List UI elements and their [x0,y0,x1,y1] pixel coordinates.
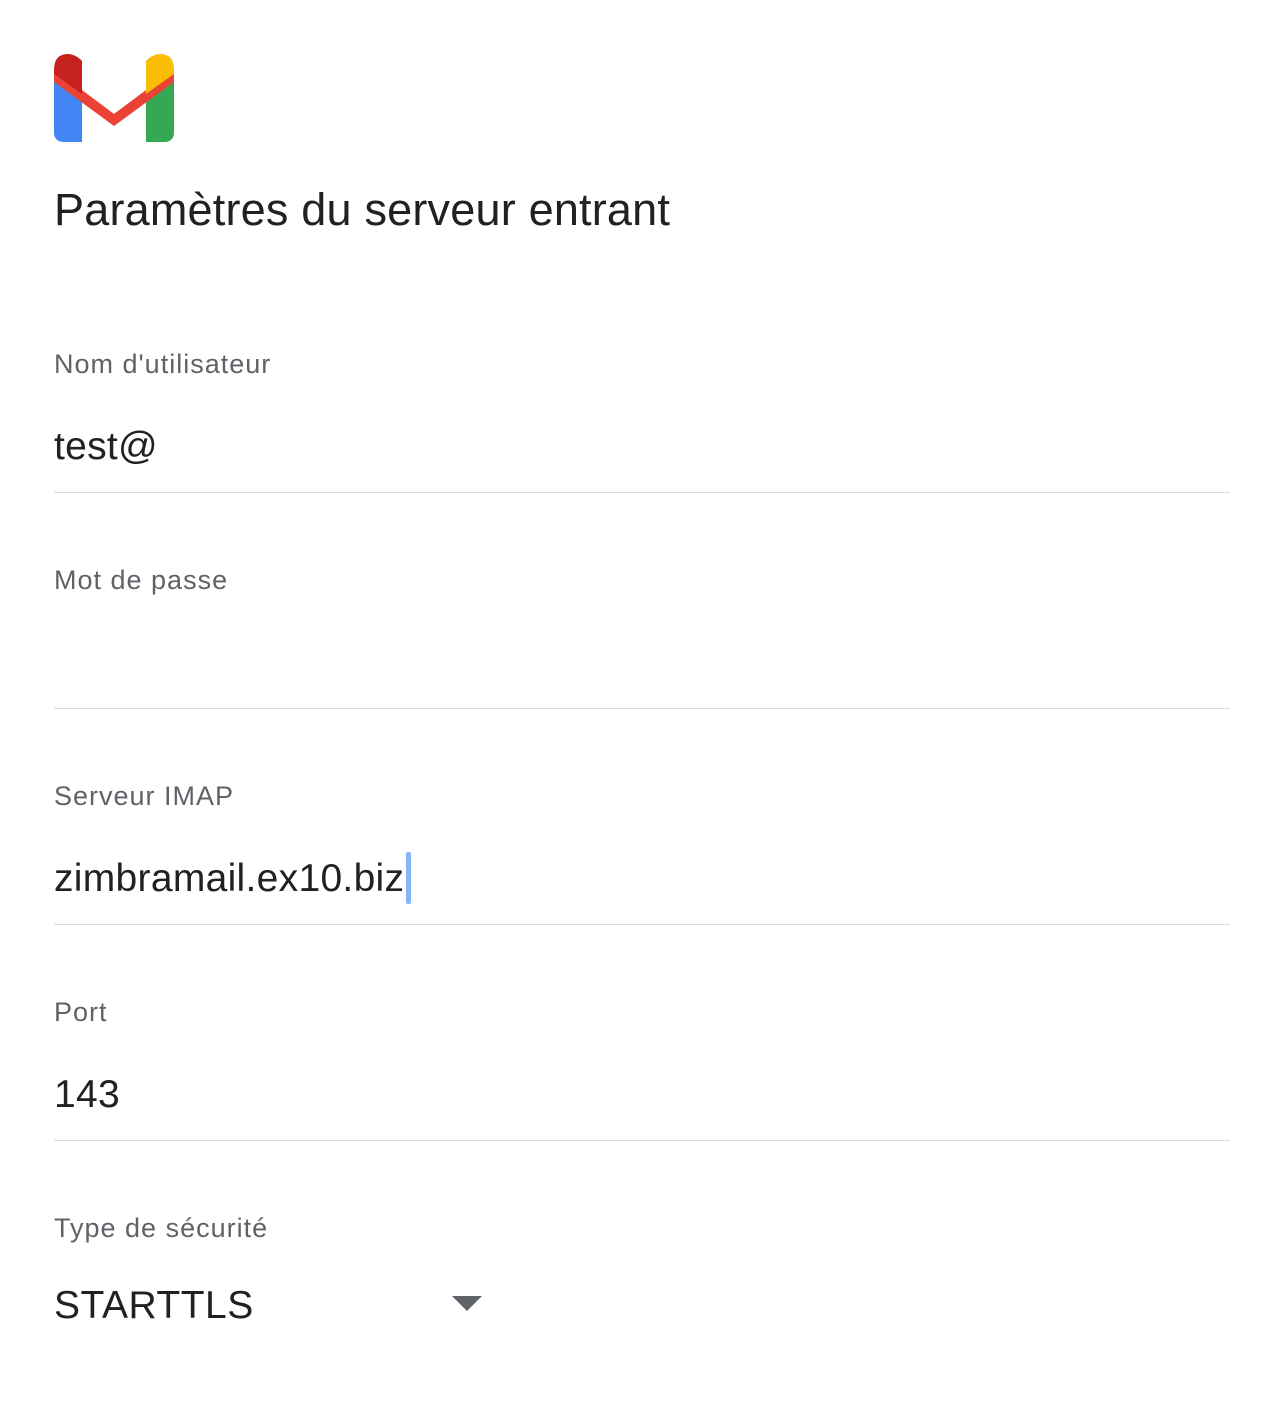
security-type-select[interactable]: STARTTLS [54,1266,484,1346]
security-type-value: STARTTLS [54,1284,254,1327]
password-label: Mot de passe [54,565,229,595]
imap-server-divider [54,924,1230,925]
security-type-field: Type de sécurité STARTTLS [54,1210,1230,1426]
username-label: Nom d'utilisateur [54,349,272,379]
security-type-label: Type de sécurité [54,1213,269,1243]
password-field: Mot de passe [54,562,1230,778]
password-input[interactable] [54,618,1230,708]
port-field: Port [54,994,1230,1210]
dropdown-arrow-icon [452,1296,482,1311]
username-divider [54,492,1230,493]
password-divider [54,708,1230,709]
gmail-logo-icon [54,52,174,144]
username-input[interactable] [54,402,1230,492]
port-label: Port [54,997,108,1027]
username-field: Nom d'utilisateur [54,346,1230,562]
page-title: Paramètres du serveur entrant [54,184,671,235]
port-input[interactable] [54,1050,1230,1140]
imap-server-label: Serveur IMAP [54,781,235,811]
imap-server-input[interactable] [54,834,1230,924]
imap-server-field: Serveur IMAP zimbramail.ex10.biz [54,778,1230,994]
port-divider [54,1140,1230,1141]
